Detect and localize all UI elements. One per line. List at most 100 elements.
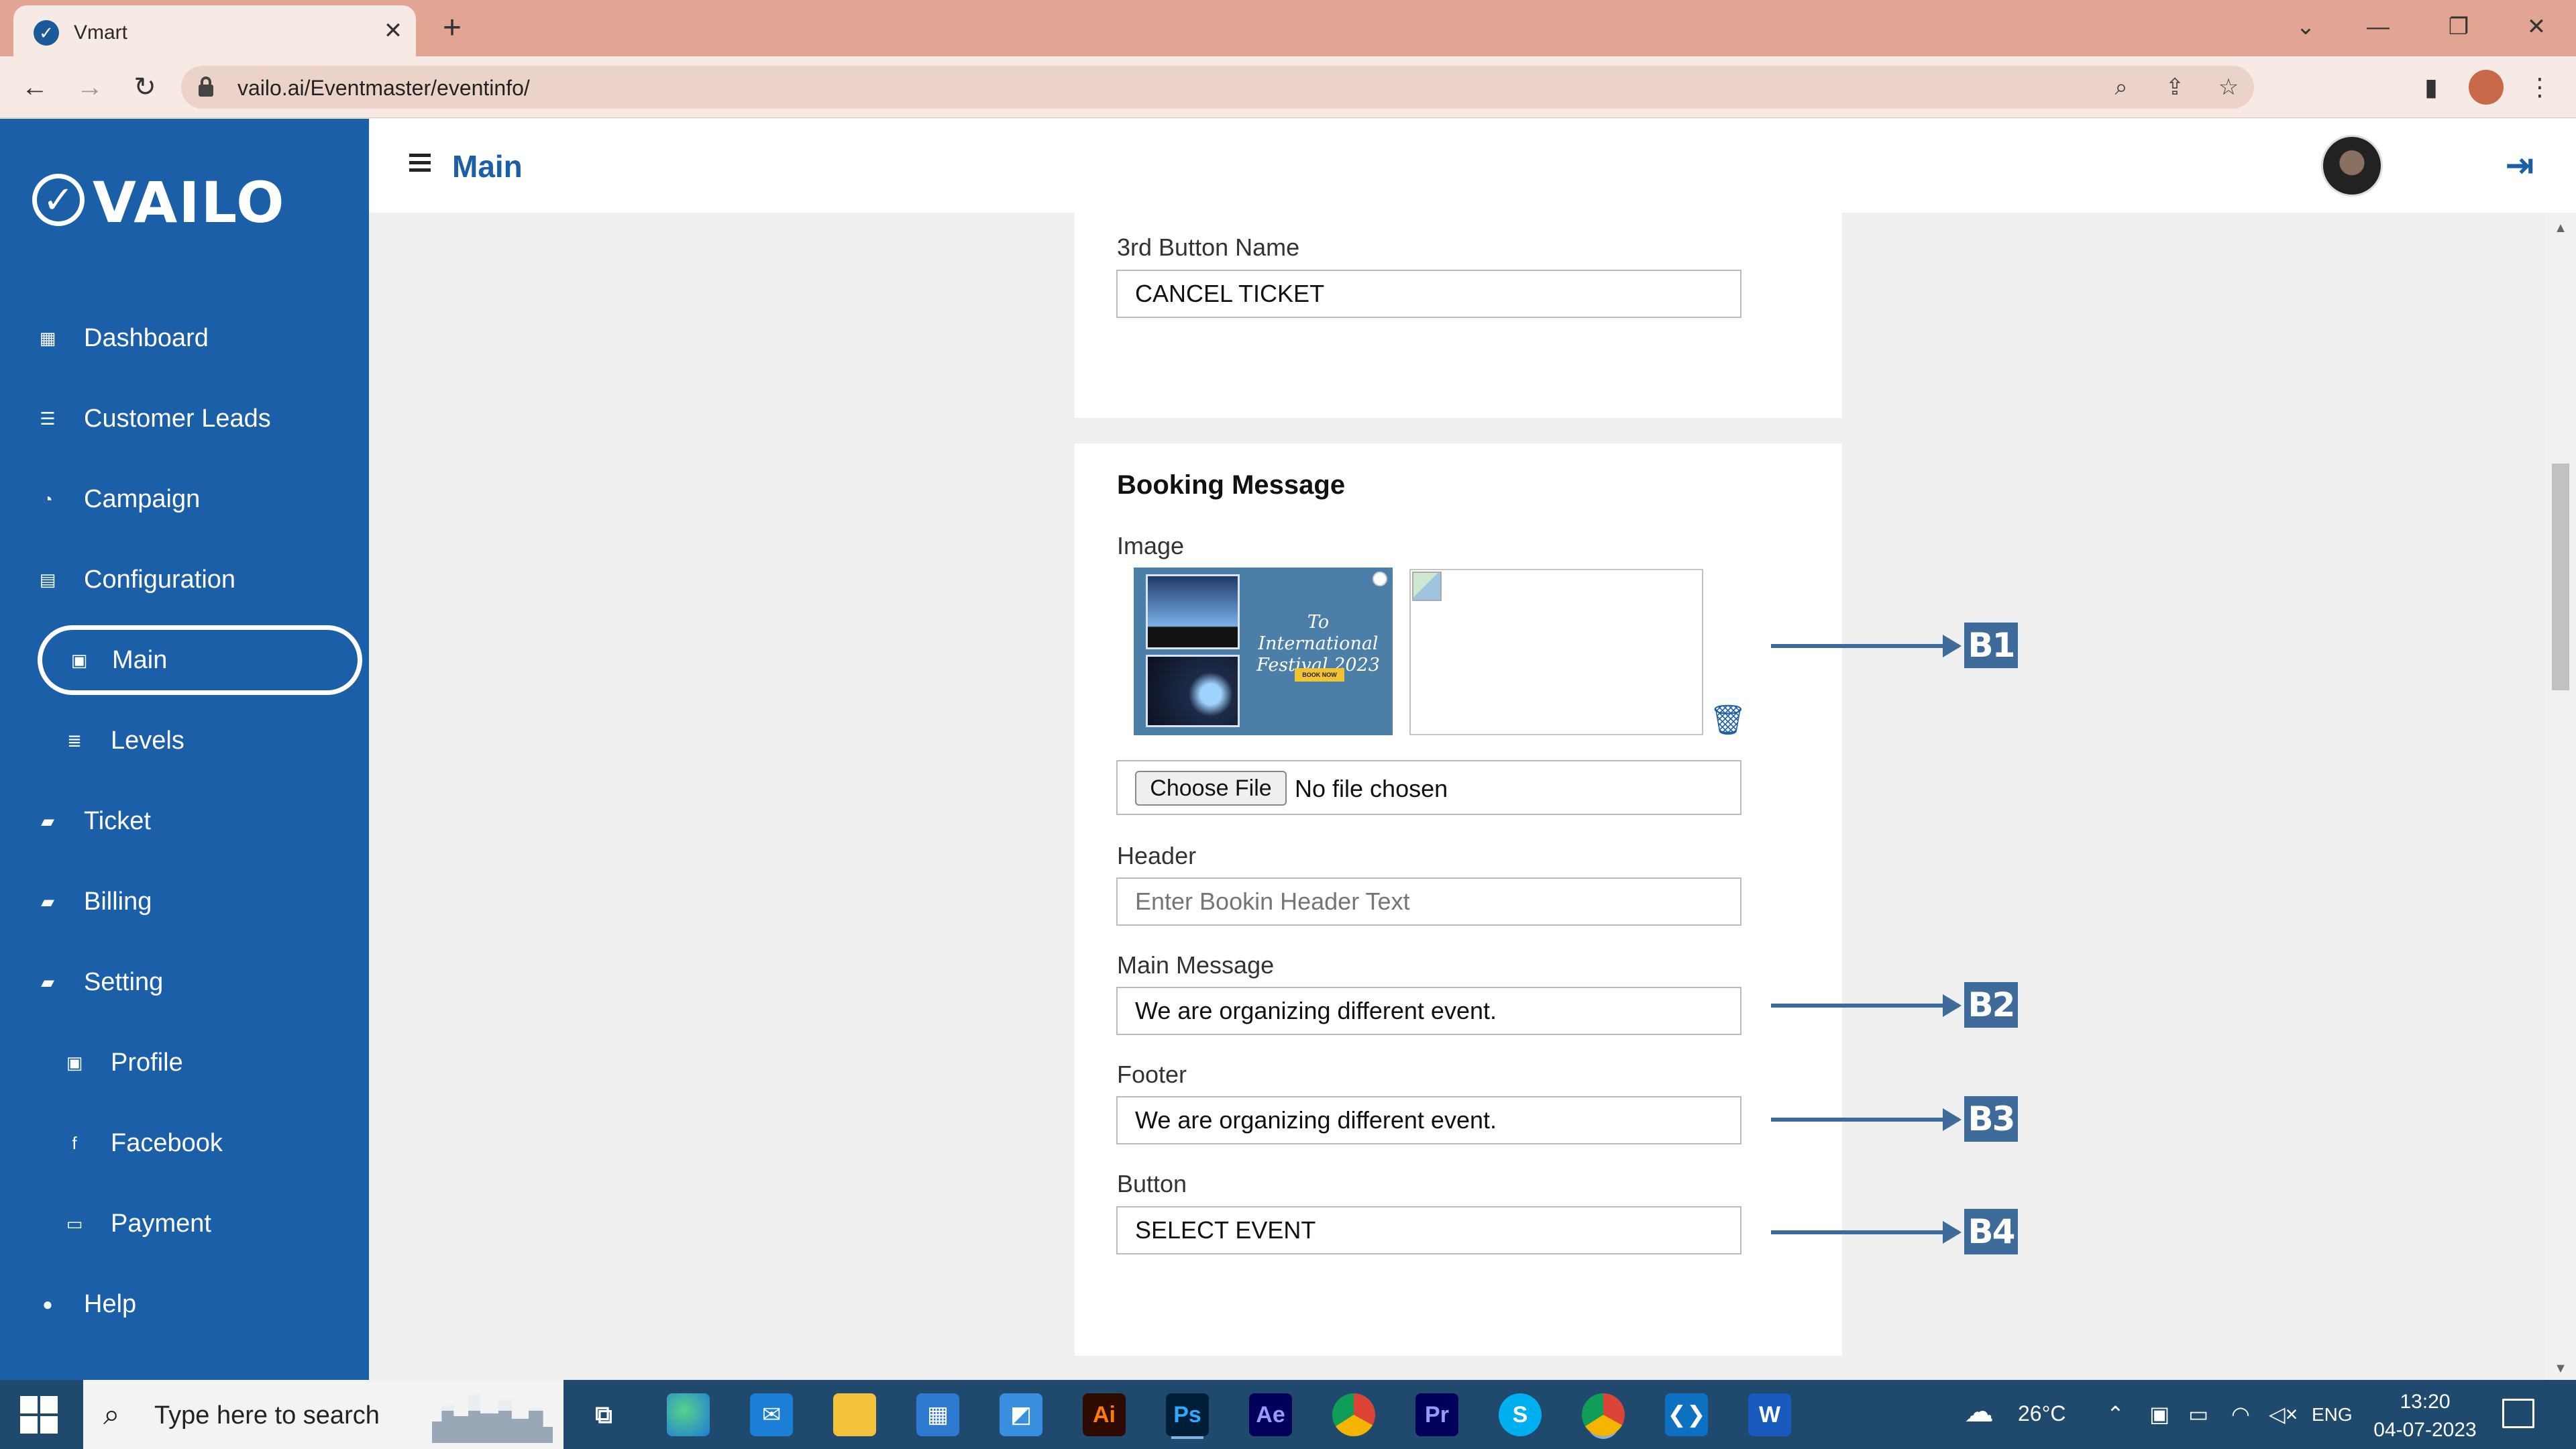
logo-check-icon: ✓: [32, 174, 85, 226]
header-label: Header: [1117, 842, 1197, 869]
third-button-name-input[interactable]: [1116, 270, 1741, 318]
booking-image-preview: To International Festival 2023 BOOK NOW: [1134, 568, 1393, 735]
skype-icon[interactable]: S: [1499, 1393, 1542, 1436]
mail-icon[interactable]: ✉: [750, 1393, 793, 1436]
sidebar-item-help[interactable]: ● Help: [0, 1274, 369, 1334]
address-url[interactable]: vailo.ai/Eventmaster/eventinfo/: [237, 76, 530, 101]
weather-temp[interactable]: 26°C: [2018, 1401, 2066, 1426]
new-tab-button[interactable]: +: [433, 9, 471, 47]
store-icon[interactable]: ▦: [916, 1393, 959, 1436]
sidebar-item-payment[interactable]: ▭ Payment: [0, 1193, 369, 1254]
booking-header-input[interactable]: [1116, 877, 1741, 926]
side-panel-icon[interactable]: ▮: [2414, 70, 2449, 105]
delete-image-icon[interactable]: 🗑: [1709, 703, 1747, 738]
browser-tab[interactable]: ✓ Vmart ✕: [13, 5, 416, 56]
scroll-up-icon[interactable]: ▲: [2552, 219, 2569, 237]
sidebar-item-label: Campaign: [84, 485, 201, 513]
vailo-favicon-icon: ✓: [34, 20, 59, 46]
footer-label: Footer: [1117, 1061, 1187, 1088]
browser-tab-strip: ✓ Vmart ✕ + ⌄ — ❐ ✕: [0, 0, 2576, 56]
edge-icon[interactable]: [667, 1393, 710, 1436]
after-effects-icon[interactable]: Ae: [1249, 1393, 1292, 1436]
callout-arrow: [1771, 635, 1962, 657]
sidebar-item-billing[interactable]: ▰ Billing: [0, 871, 369, 932]
sidebar-item-main[interactable]: ▣ Main: [38, 625, 362, 695]
sidebar-item-label: Main: [112, 646, 168, 674]
illustrator-icon[interactable]: Ai: [1083, 1393, 1126, 1436]
share-icon[interactable]: ⇪: [2160, 72, 2190, 102]
volume-muted-icon[interactable]: ◁×: [2269, 1401, 2298, 1427]
tab-close-icon[interactable]: ✕: [377, 15, 409, 47]
close-window-icon[interactable]: ✕: [2513, 7, 2560, 47]
sidebar-item-label: Ticket: [84, 807, 151, 835]
facebook-icon: f: [72, 1133, 77, 1153]
clock-time: 13:20: [2400, 1391, 2451, 1413]
windows-start-icon[interactable]: [20, 1396, 58, 1434]
browser-menu-icon[interactable]: ⋮: [2522, 70, 2557, 105]
reload-icon[interactable]: ↻: [125, 67, 165, 107]
footer-input[interactable]: [1116, 1096, 1741, 1144]
bookmark-star-icon[interactable]: ☆: [2214, 72, 2243, 102]
levels-list-icon: ≣: [67, 731, 82, 751]
photos-icon[interactable]: ◩: [1000, 1393, 1042, 1436]
address-bar[interactable]: vailo.ai/Eventmaster/eventinfo/ ⌕ ⇪ ☆: [181, 66, 2254, 109]
sidebar-item-campaign[interactable]: ◔ Campaign: [0, 469, 369, 529]
hamburger-menu-icon[interactable]: [409, 154, 431, 172]
button-label: Button: [1117, 1170, 1187, 1197]
browser-profile-avatar[interactable]: [2469, 70, 2504, 105]
payment-icon: ▭: [66, 1214, 83, 1234]
sidebar-item-facebook[interactable]: f Facebook: [0, 1113, 369, 1173]
sidebar-item-label: Payment: [111, 1210, 211, 1238]
restore-window-icon[interactable]: ❐: [2435, 7, 2482, 47]
taskbar-clock[interactable]: 13:20 04-07-2023: [2368, 1388, 2482, 1444]
task-view-icon[interactable]: ⧉: [582, 1393, 625, 1436]
chrome-icon[interactable]: [1332, 1393, 1375, 1436]
notification-center-icon[interactable]: [2502, 1399, 2534, 1428]
sidebar-item-customer-leads[interactable]: ☰ Customer Leads: [0, 388, 369, 449]
photoshop-icon[interactable]: Ps: [1166, 1393, 1209, 1436]
sidebar-item-ticket[interactable]: ▰ Ticket: [0, 791, 369, 851]
premiere-icon[interactable]: Pr: [1415, 1393, 1458, 1436]
button-text-input[interactable]: [1116, 1206, 1741, 1254]
page-scrollbar[interactable]: ▲ ▼: [2545, 213, 2576, 1380]
chrome-active-icon[interactable]: [1582, 1393, 1625, 1436]
callout-b1: B1: [1964, 623, 2018, 668]
back-arrow-icon[interactable]: ←: [15, 67, 55, 107]
tab-search-chevron-icon[interactable]: ⌄: [2282, 7, 2329, 47]
callout-b2: B2: [1964, 982, 2018, 1028]
taskbar-search-box[interactable]: ⌕ Type here to search: [83, 1380, 564, 1449]
logout-icon[interactable]: ⇥: [2500, 146, 2540, 186]
wifi-icon[interactable]: ◠: [2231, 1401, 2250, 1427]
tray-chevron-icon[interactable]: ⌃: [2106, 1401, 2125, 1427]
sidebar-item-dashboard[interactable]: ▦ Dashboard: [0, 308, 369, 368]
zoom-search-icon[interactable]: ⌕: [2106, 72, 2136, 102]
sidebar-item-levels[interactable]: ≣ Levels: [0, 710, 369, 771]
sidebar-item-setting[interactable]: ▰ Setting: [0, 952, 369, 1012]
main-message-input[interactable]: [1116, 987, 1741, 1035]
meet-icon[interactable]: ▣: [2149, 1401, 2169, 1427]
help-icon: ●: [42, 1294, 53, 1314]
language-indicator[interactable]: ENG: [2312, 1404, 2353, 1426]
minimize-window-icon[interactable]: —: [2355, 7, 2402, 47]
lock-icon[interactable]: [199, 76, 213, 97]
image-file-input[interactable]: Choose File No file chosen: [1116, 760, 1741, 815]
battery-icon[interactable]: ▭: [2188, 1401, 2208, 1427]
vscode-icon[interactable]: ❮❯: [1665, 1393, 1708, 1436]
sidebar-item-label: Dashboard: [84, 324, 209, 352]
choose-file-button[interactable]: Choose File: [1135, 771, 1287, 806]
weather-cloud-icon[interactable]: ☁: [1964, 1395, 1994, 1429]
user-avatar[interactable]: [2321, 135, 2383, 197]
clock-date: 04-07-2023: [2373, 1419, 2477, 1441]
sidebar-item-label: Levels: [111, 727, 184, 755]
file-explorer-icon[interactable]: [833, 1393, 876, 1436]
word-icon[interactable]: W: [1748, 1393, 1791, 1436]
scroll-down-icon[interactable]: ▼: [2552, 1360, 2569, 1377]
preview-book-now: BOOK NOW: [1295, 668, 1344, 682]
sidebar-item-profile[interactable]: ▣ Profile: [0, 1032, 369, 1093]
forward-arrow-icon[interactable]: →: [70, 67, 110, 107]
page-header: Main ⇥: [369, 119, 2576, 213]
sidebar-item-configuration[interactable]: ▤ Configuration: [0, 549, 369, 610]
scrollbar-thumb[interactable]: [2552, 464, 2569, 690]
browser-toolbar: ← → ↻ vailo.ai/Eventmaster/eventinfo/ ⌕ …: [0, 56, 2576, 118]
sidebar-item-label: Facebook: [111, 1129, 223, 1157]
